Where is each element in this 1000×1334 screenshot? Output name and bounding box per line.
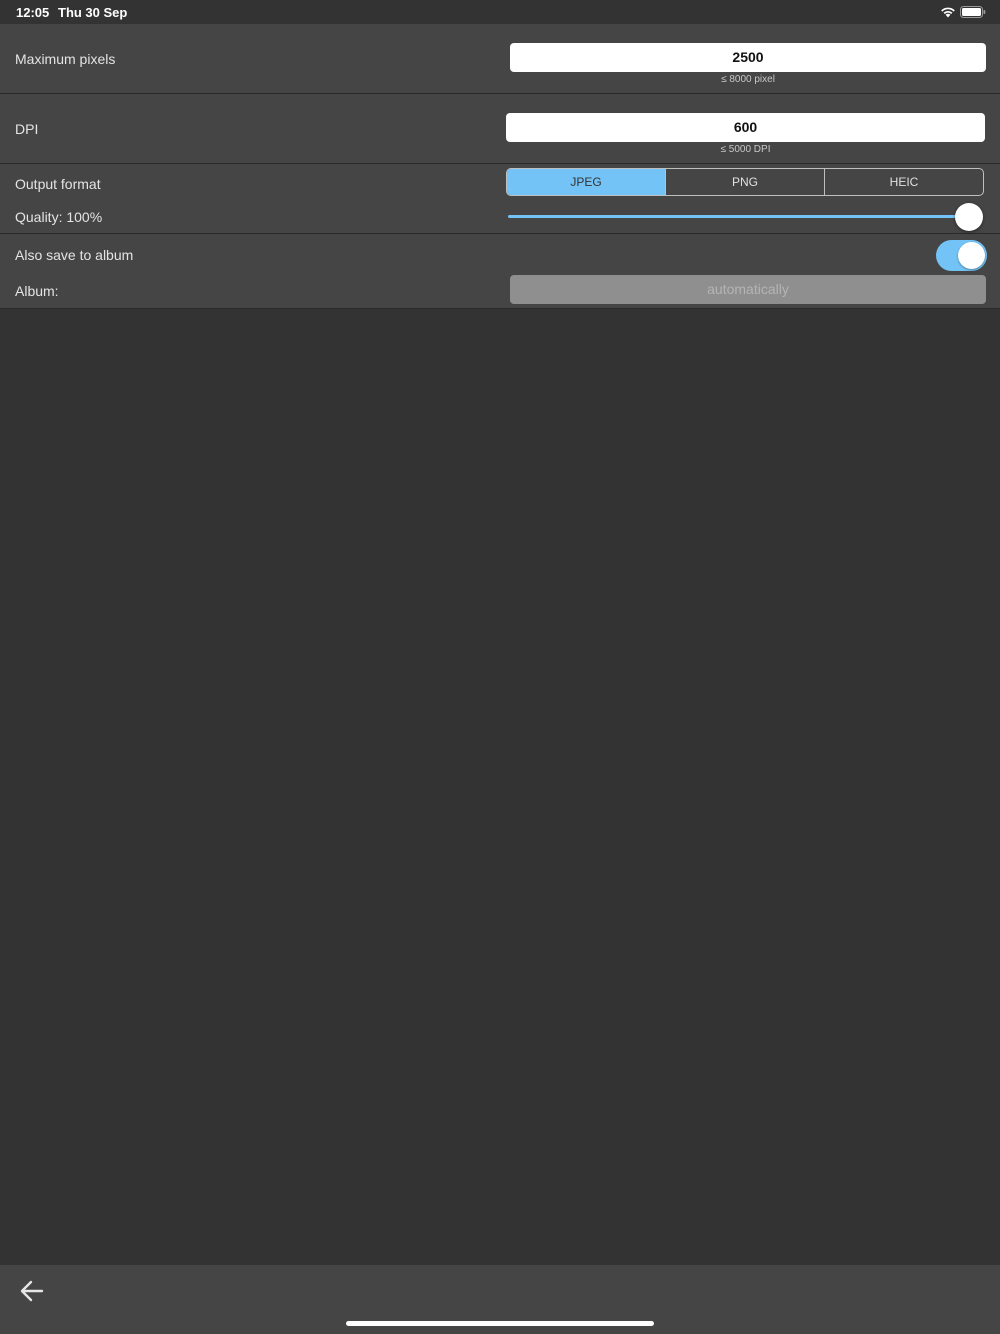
bottom-toolbar bbox=[0, 1265, 1000, 1334]
quality-slider-track[interactable] bbox=[508, 215, 970, 218]
status-date: Thu 30 Sep bbox=[58, 5, 128, 20]
max-pixels-hint: ≤ 8000 pixel bbox=[721, 74, 775, 85]
format-option-jpeg[interactable]: JPEG bbox=[507, 169, 665, 195]
status-bar: 12:05 Thu 30 Sep bbox=[0, 0, 1000, 24]
save-to-album-toggle[interactable] bbox=[936, 240, 987, 271]
toggle-knob bbox=[958, 242, 985, 269]
output-format-segmented-control: JPEG PNG HEIC bbox=[506, 168, 984, 196]
dpi-hint: ≤ 5000 DPI bbox=[720, 144, 771, 155]
settings-screen: 12:05 Thu 30 Sep Maximum pixels 2500 ≤ 8… bbox=[0, 0, 1000, 1334]
home-indicator bbox=[346, 1321, 654, 1326]
quality-slider-thumb[interactable] bbox=[955, 203, 983, 231]
dpi-input[interactable]: 600 bbox=[506, 113, 985, 142]
format-option-png[interactable]: PNG bbox=[665, 169, 824, 195]
max-pixels-input[interactable]: 2500 bbox=[510, 43, 986, 72]
max-pixels-label: Maximum pixels bbox=[15, 51, 116, 67]
dpi-section: DPI 600 ≤ 5000 DPI bbox=[0, 94, 1000, 164]
quality-label: Quality: 100% bbox=[15, 209, 103, 225]
battery-icon bbox=[960, 6, 986, 18]
save-to-album-label: Also save to album bbox=[15, 247, 134, 263]
wifi-icon bbox=[941, 7, 955, 18]
output-format-label: Output format bbox=[15, 176, 101, 192]
format-option-heic[interactable]: HEIC bbox=[824, 169, 983, 195]
status-time: 12:05 bbox=[16, 5, 50, 20]
max-pixels-section: Maximum pixels 2500 ≤ 8000 pixel bbox=[0, 24, 1000, 94]
album-section: Also save to album Album: automatically bbox=[0, 234, 1000, 309]
album-field[interactable]: automatically bbox=[510, 275, 986, 304]
album-label: Album: bbox=[15, 283, 59, 299]
dpi-label: DPI bbox=[15, 121, 39, 137]
arrow-left-icon[interactable] bbox=[20, 1280, 44, 1302]
format-section: Output format JPEG PNG HEIC Quality: 100… bbox=[0, 164, 1000, 234]
